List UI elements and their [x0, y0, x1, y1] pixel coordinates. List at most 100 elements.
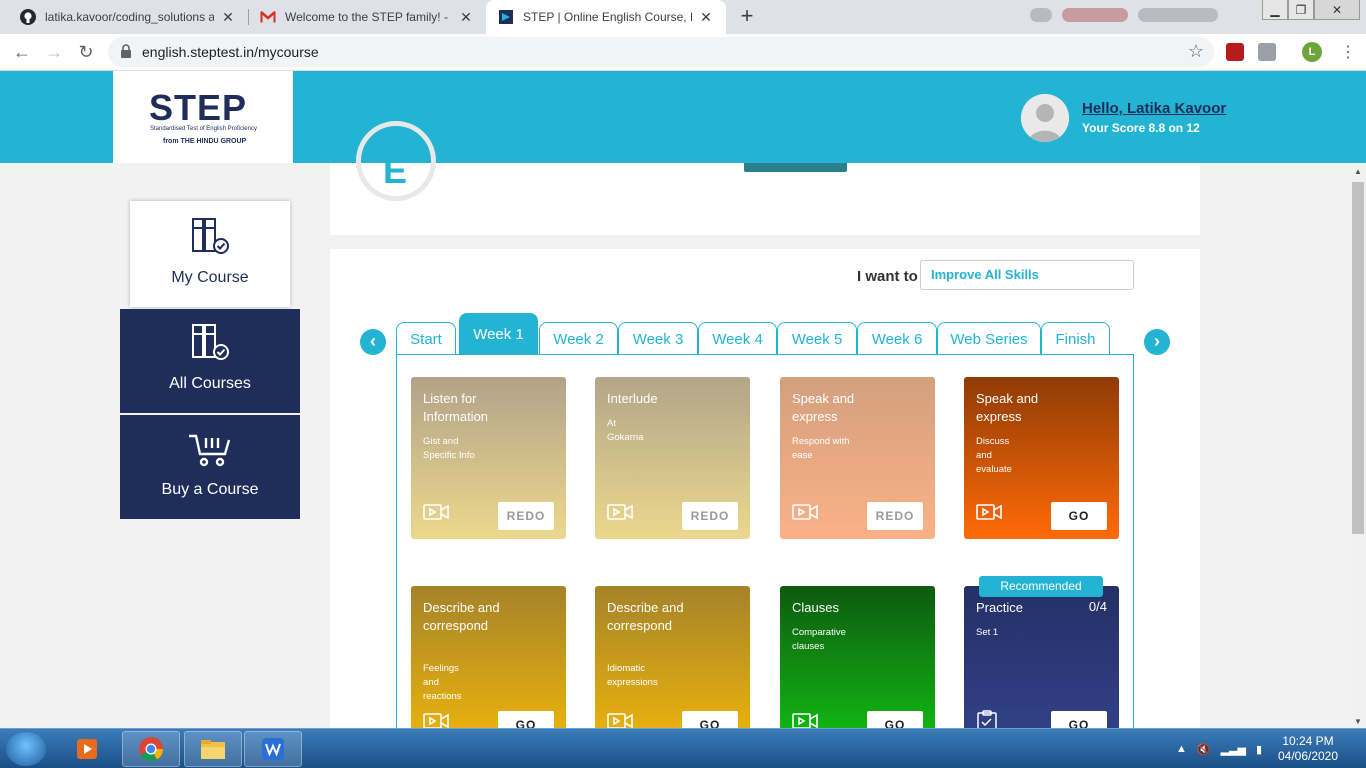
card-title: Speak and express — [976, 391, 1039, 424]
skill-goal-select[interactable]: Improve All Skills — [920, 260, 1134, 290]
user-greeting-link[interactable]: Hello, Latika Kavoor — [1082, 100, 1226, 117]
clock-date: 04/06/2020 — [1277, 749, 1339, 763]
network-signal-icon[interactable]: ▂▃▅ — [1221, 743, 1246, 756]
cart-icon — [187, 432, 233, 473]
i-want-label: I want to — [857, 268, 918, 285]
github-icon — [20, 9, 36, 25]
tray-expand-icon[interactable]: ▲ — [1176, 743, 1187, 755]
sidebar-item-label: Buy a Course — [161, 481, 259, 498]
card-subtitle: Discuss and evaluate — [976, 436, 1012, 475]
scroll-up-icon[interactable]: ▲ — [1354, 167, 1362, 176]
video-icon — [976, 503, 1002, 526]
redo-button[interactable]: REDO — [498, 502, 554, 530]
back-arrow-icon[interactable]: ← — [12, 42, 32, 62]
card-subtitle: Gist and Specific Info — [423, 436, 475, 461]
tab-strip-extras — [1030, 8, 1218, 26]
windows-taskbar: ▲ 🔇 ▂▃▅ ▮ 10:24 PM 04/06/2020 — [0, 728, 1366, 768]
activity-card[interactable]: Clauses Comparative clauses GO — [780, 586, 935, 748]
card-title: Describe and correspond — [607, 600, 684, 633]
browser-tab-step[interactable]: STEP | Online English Course, Eng ✕ — [486, 0, 726, 34]
video-icon — [792, 503, 818, 526]
pdf-extension-icon[interactable] — [1226, 43, 1244, 61]
reload-icon[interactable]: ↻ — [76, 42, 96, 62]
card-title: Listen for Information — [423, 391, 489, 424]
activity-card[interactable]: Speak and express Respond with ease REDO — [780, 377, 935, 539]
video-icon — [423, 503, 449, 526]
tab-week-4[interactable]: Week 4 — [698, 322, 777, 355]
tab-week-5[interactable]: Week 5 — [777, 322, 857, 355]
profile-avatar[interactable]: L — [1302, 42, 1322, 62]
tab-week-6[interactable]: Week 6 — [857, 322, 937, 355]
user-score: Your Score 8.8 on 12 — [1082, 121, 1200, 135]
course-badge-letter: E — [383, 150, 408, 191]
browser-tab-gmail[interactable]: Welcome to the STEP family! - lat ✕ — [248, 0, 486, 34]
sidebar-item-buy-course[interactable]: Buy a Course — [120, 415, 300, 519]
lock-icon — [120, 44, 134, 60]
activity-card[interactable]: Describe and correspond Idiomatic expres… — [595, 586, 750, 748]
address-bar[interactable]: english.steptest.in/mycourse ☆ — [108, 37, 1214, 67]
window-maximize-button[interactable]: ❐ — [1288, 0, 1314, 20]
page-scrollbar[interactable]: ▲ ▼ — [1350, 163, 1366, 728]
books-check-icon — [190, 322, 230, 367]
user-avatar[interactable] — [1021, 94, 1069, 142]
activity-card[interactable]: Listen for Information Gist and Specific… — [411, 377, 566, 539]
chrome-icon[interactable] — [122, 731, 180, 767]
tab-week-3[interactable]: Week 3 — [618, 322, 698, 355]
tab-week-2[interactable]: Week 2 — [539, 322, 618, 355]
prev-week-button[interactable]: ‹ — [360, 329, 386, 355]
new-tab-button[interactable]: + — [734, 4, 760, 30]
redo-button[interactable]: REDO — [682, 502, 738, 530]
gmail-icon — [260, 9, 276, 25]
window-close-button[interactable]: ✕ — [1314, 0, 1360, 20]
browser-tab-github[interactable]: latika.kavoor/coding_solutions at ✕ — [8, 0, 248, 34]
tab-title: latika.kavoor/coding_solutions at — [45, 10, 214, 24]
sidebar-item-label: All Courses — [169, 375, 251, 392]
course-badge: E — [356, 121, 436, 201]
redo-button[interactable]: REDO — [867, 502, 923, 530]
video-icon — [607, 503, 633, 526]
tab-title: STEP | Online English Course, Eng — [523, 10, 692, 24]
sidebar-item-my-course[interactable]: My Course — [130, 201, 290, 307]
card-title: Describe and correspond — [423, 600, 500, 633]
battery-icon[interactable]: ▮ — [1256, 743, 1262, 756]
browser-menu-icon[interactable]: ⋮ — [1340, 42, 1356, 62]
course-panel: I want to Improve All Skills ‹ › Start W… — [330, 249, 1200, 748]
scrollbar-thumb[interactable] — [1352, 182, 1364, 534]
windows-start-button[interactable] — [6, 732, 46, 766]
tab-close-icon[interactable]: ✕ — [458, 9, 474, 26]
extension-icon[interactable] — [1258, 43, 1276, 61]
file-explorer-icon[interactable] — [184, 731, 242, 767]
go-button[interactable]: GO — [1051, 502, 1107, 530]
tab-start[interactable]: Start — [396, 322, 456, 355]
step-logo[interactable]: STEP Standardised Test of English Profic… — [113, 71, 293, 163]
card-subtitle: Feelings and reactions — [423, 663, 462, 702]
media-player-icon[interactable] — [58, 731, 116, 767]
tab-close-icon[interactable]: ✕ — [698, 9, 714, 26]
taskbar-clock[interactable]: 10:24 PM 04/06/2020 — [1268, 734, 1348, 764]
card-subtitle: Idiomatic expressions — [607, 663, 658, 688]
bookmark-star-icon[interactable]: ☆ — [1188, 41, 1204, 62]
clock-time: 10:24 PM — [1282, 734, 1334, 748]
browser-toolbar: ← → ↻ english.steptest.in/mycourse ☆ — [0, 34, 1366, 71]
next-week-button[interactable]: › — [1144, 329, 1170, 355]
practice-count: 0/4 — [1088, 599, 1107, 614]
activity-card[interactable]: Speak and express Discuss and evaluate G… — [964, 377, 1119, 539]
tab-finish[interactable]: Finish — [1041, 322, 1110, 355]
tab-week-1[interactable]: Week 1 — [459, 313, 538, 355]
tab-close-icon[interactable]: ✕ — [220, 9, 236, 26]
scroll-down-icon[interactable]: ▼ — [1354, 717, 1362, 726]
browser-tab-strip: latika.kavoor/coding_solutions at ✕ Welc… — [0, 0, 1366, 34]
card-subtitle: At Gokarna — [607, 418, 644, 443]
wps-office-icon[interactable] — [244, 731, 302, 767]
tab-web-series[interactable]: Web Series — [937, 322, 1041, 355]
volume-muted-icon[interactable]: 🔇 — [1197, 743, 1211, 756]
logo-from-text: from THE HINDU GROUP — [163, 138, 247, 145]
activity-card[interactable]: Interlude At Gokarna REDO — [595, 377, 750, 539]
activity-card[interactable]: Describe and correspond Feelings and rea… — [411, 586, 566, 748]
site-header: STEP Standardised Test of English Profic… — [0, 71, 1366, 163]
summary-button[interactable] — [744, 163, 847, 172]
window-minimize-button[interactable]: ▁ — [1262, 0, 1288, 20]
sidebar-item-all-courses[interactable]: All Courses — [120, 309, 300, 413]
practice-card[interactable]: Practice 0/4 Set 1 GO — [964, 586, 1119, 748]
forward-arrow-icon[interactable]: → — [44, 42, 64, 62]
